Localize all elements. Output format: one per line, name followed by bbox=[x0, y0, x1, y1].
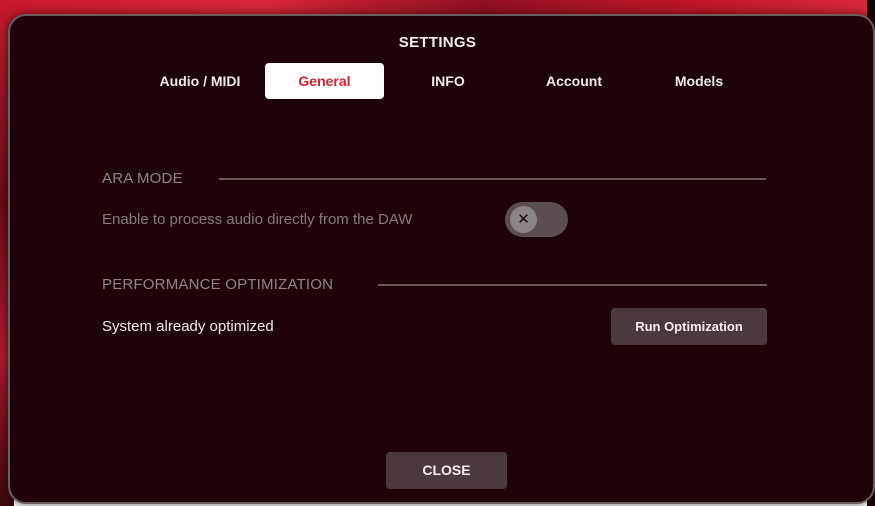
performance-divider bbox=[378, 284, 767, 286]
tab-account[interactable]: Account bbox=[528, 63, 620, 99]
close-button[interactable]: CLOSE bbox=[386, 452, 507, 489]
optimization-status: System already optimized bbox=[102, 318, 274, 335]
performance-heading: PERFORMANCE OPTIMIZATION bbox=[102, 276, 334, 293]
tab-models[interactable]: Models bbox=[655, 63, 743, 99]
ara-mode-heading: ARA MODE bbox=[102, 170, 183, 187]
tab-audio-midi[interactable]: Audio / MIDI bbox=[140, 63, 260, 99]
run-optimization-button[interactable]: Run Optimization bbox=[611, 308, 767, 345]
ara-mode-toggle[interactable]: ✕ bbox=[505, 202, 568, 237]
dialog-title: SETTINGS bbox=[398, 34, 477, 51]
close-icon: ✕ bbox=[510, 206, 537, 233]
tab-general[interactable]: General bbox=[265, 63, 384, 99]
ara-mode-description: Enable to process audio directly from th… bbox=[102, 211, 413, 228]
settings-tabs: Audio / MIDI General INFO Account Models bbox=[0, 63, 875, 99]
ara-mode-divider bbox=[219, 178, 766, 180]
tab-info[interactable]: INFO bbox=[408, 63, 488, 99]
